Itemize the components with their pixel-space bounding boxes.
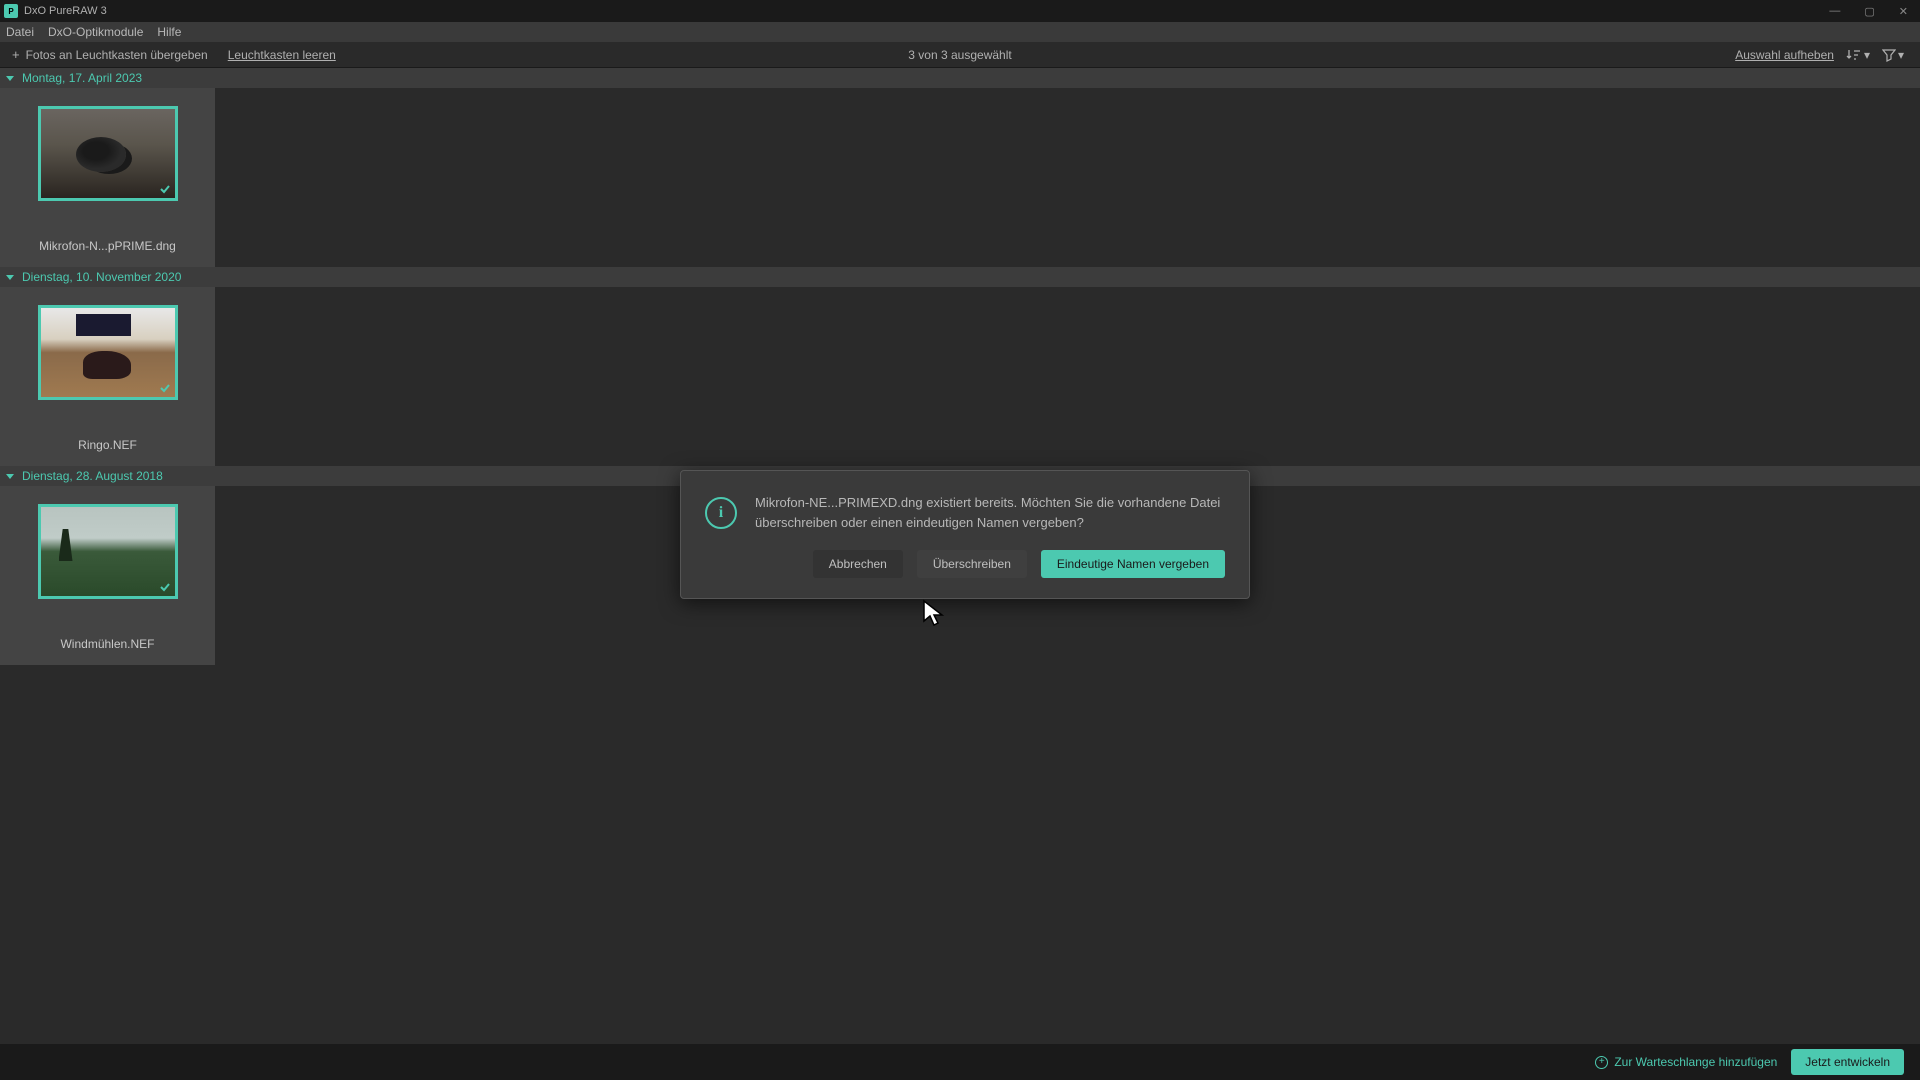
plus-icon: + xyxy=(12,47,20,62)
add-photos-label: Fotos an Leuchtkasten übergeben xyxy=(26,48,208,62)
app-title: DxO PureRAW 3 xyxy=(24,5,107,17)
info-icon: i xyxy=(705,497,737,529)
thumb-area: Mikrofon-N...pPRIME.dng xyxy=(0,88,215,267)
collapse-arrow-icon xyxy=(6,76,14,81)
toolbar: + Fotos an Leuchtkasten übergeben Leucht… xyxy=(0,42,1920,68)
unique-names-button[interactable]: Eindeutige Namen vergeben xyxy=(1041,550,1225,578)
date-header[interactable]: Dienstag, 10. November 2020 xyxy=(0,267,1920,287)
check-icon xyxy=(159,382,171,394)
dialog-message: Mikrofon-NE...PRIMEXD.dng existiert bere… xyxy=(755,493,1225,532)
menu-file[interactable]: Datei xyxy=(6,25,34,39)
app-icon: P xyxy=(4,4,18,18)
process-now-button[interactable]: Jetzt entwickeln xyxy=(1791,1049,1904,1075)
add-to-queue-label: Zur Warteschlange hinzufügen xyxy=(1614,1055,1777,1069)
thumbnail-label: Windmühlen.NEF xyxy=(60,637,154,651)
date-label: Dienstag, 10. November 2020 xyxy=(22,270,181,284)
collapse-arrow-icon xyxy=(6,275,14,280)
overwrite-button[interactable]: Überschreiben xyxy=(917,550,1027,578)
footer-bar: + Zur Warteschlange hinzufügen Jetzt ent… xyxy=(0,1044,1920,1080)
menu-optics[interactable]: DxO-Optikmodule xyxy=(48,25,143,39)
check-icon xyxy=(159,183,171,195)
thumb-area: Ringo.NEF xyxy=(0,287,215,466)
thumbnail-label: Ringo.NEF xyxy=(78,438,137,452)
check-icon xyxy=(159,581,171,593)
filter-button[interactable]: ▾ xyxy=(1882,48,1904,62)
thumbnail[interactable] xyxy=(38,106,178,201)
menu-bar: Datei DxO-Optikmodule Hilfe xyxy=(0,22,1920,42)
clear-lightbox-link[interactable]: Leuchtkasten leeren xyxy=(228,48,336,62)
maximize-button[interactable]: ▢ xyxy=(1864,5,1874,18)
thumbnail-label: Mikrofon-N...pPRIME.dng xyxy=(39,239,176,253)
menu-help[interactable]: Hilfe xyxy=(157,25,181,39)
close-button[interactable]: ✕ xyxy=(1899,5,1908,18)
cancel-button[interactable]: Abbrechen xyxy=(813,550,903,578)
chevron-down-icon: ▾ xyxy=(1864,48,1870,62)
funnel-icon xyxy=(1882,48,1896,62)
add-to-queue-button[interactable]: + Zur Warteschlange hinzufügen xyxy=(1595,1055,1777,1069)
thumbnail[interactable] xyxy=(38,305,178,400)
date-label: Montag, 17. April 2023 xyxy=(22,71,142,85)
add-photos-button[interactable]: + Fotos an Leuchtkasten übergeben xyxy=(12,47,208,62)
date-group: Montag, 17. April 2023 Mikrofon-N...pPRI… xyxy=(0,68,1920,267)
sort-button[interactable]: ▾ xyxy=(1846,48,1870,62)
minimize-button[interactable]: — xyxy=(1829,5,1840,18)
sort-icon xyxy=(1846,48,1862,62)
thumbnail[interactable] xyxy=(38,504,178,599)
collapse-arrow-icon xyxy=(6,474,14,479)
title-bar: P DxO PureRAW 3 — ▢ ✕ xyxy=(0,0,1920,22)
selection-count: 3 von 3 ausgewählt xyxy=(908,48,1011,62)
chevron-down-icon: ▾ xyxy=(1898,48,1904,62)
plus-circle-icon: + xyxy=(1595,1056,1608,1069)
thumb-area: Windmühlen.NEF xyxy=(0,486,215,665)
date-label: Dienstag, 28. August 2018 xyxy=(22,469,163,483)
date-header[interactable]: Montag, 17. April 2023 xyxy=(0,68,1920,88)
overwrite-dialog: i Mikrofon-NE...PRIMEXD.dng existiert be… xyxy=(680,470,1250,599)
deselect-link[interactable]: Auswahl aufheben xyxy=(1735,48,1834,62)
date-group: Dienstag, 10. November 2020 Ringo.NEF xyxy=(0,267,1920,466)
